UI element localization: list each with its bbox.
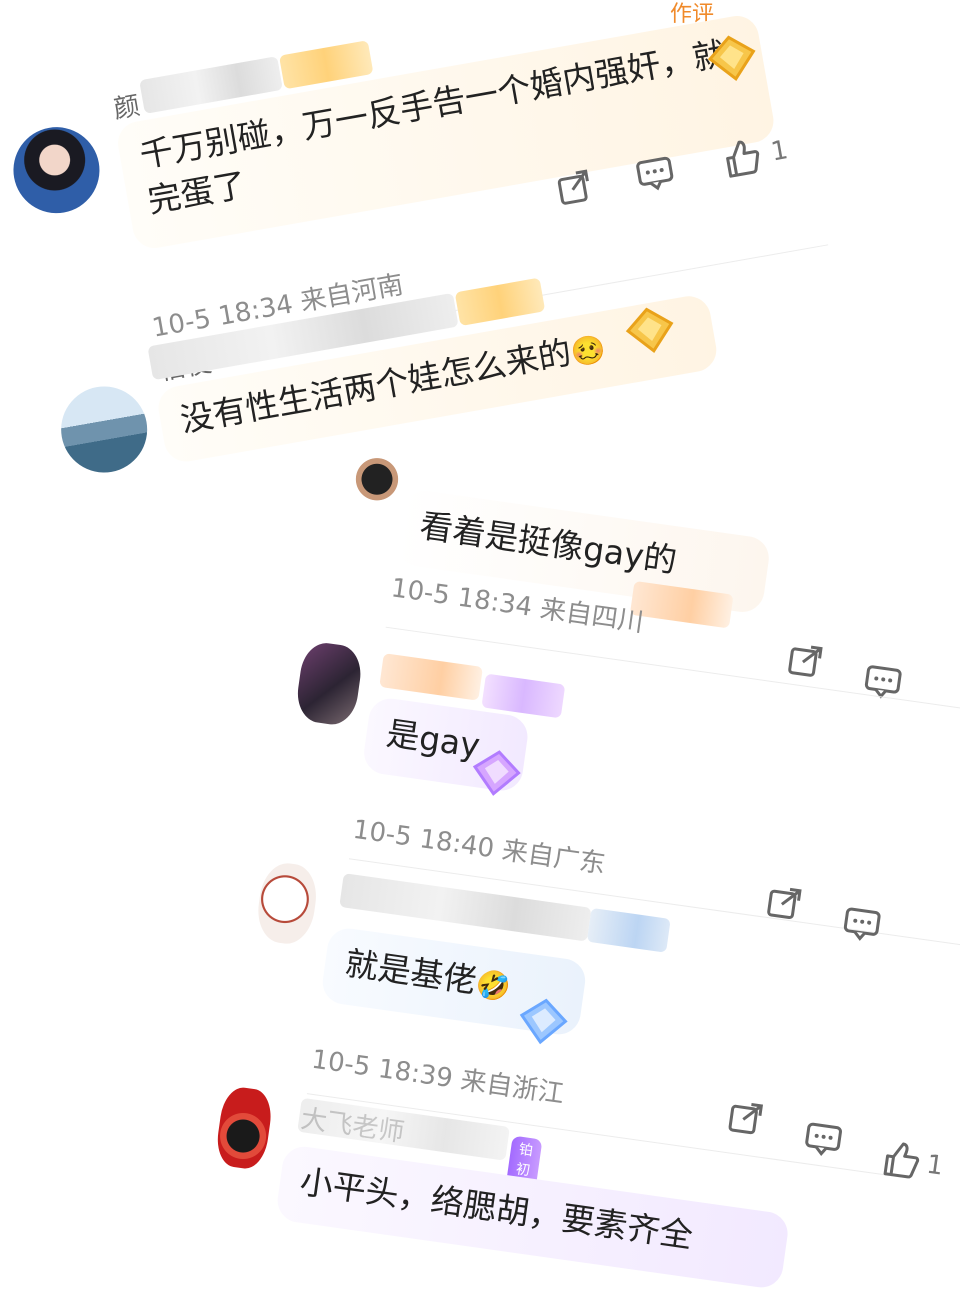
fan-badge-redacted [586, 907, 671, 953]
thumbs-up-icon[interactable] [879, 1137, 924, 1182]
like-count: 1 [768, 135, 791, 168]
avatar[interactable] [342, 450, 406, 514]
like-count: 1 [924, 1149, 946, 1182]
fan-badge-redacted [454, 277, 546, 327]
avatar[interactable] [293, 640, 365, 728]
comment-text: 是gay [384, 713, 483, 766]
username-redacted [339, 873, 592, 942]
comment-text: 小平头，络腮胡，要素齐全 [297, 1161, 696, 1256]
share-icon[interactable] [762, 880, 807, 925]
username-redacted [379, 653, 483, 701]
comment-text: 就是基佬 [342, 943, 479, 1001]
share-icon[interactable] [551, 164, 597, 210]
diamond-badge-icon [625, 307, 674, 354]
diamond-badge-icon [519, 998, 568, 1045]
avatar[interactable] [213, 1085, 275, 1172]
dizzy-face-emoji: 🥴 [568, 330, 609, 370]
thumbs-up-icon[interactable] [719, 135, 765, 181]
avatar[interactable] [54, 379, 154, 480]
username[interactable]: 颜 [110, 85, 142, 126]
avatar[interactable] [253, 860, 321, 948]
timestamp-location: 10-5 18:40 来自广东 [351, 814, 608, 880]
diamond-badge-icon [472, 750, 521, 796]
comment-icon[interactable] [801, 1116, 846, 1161]
comment-text-bubble: 千万别碰，万一反手告一个婚内强奸，就 完蛋了 [114, 12, 777, 252]
rolling-laughing-emoji: 🤣 [473, 966, 513, 1004]
avatar[interactable] [6, 120, 107, 220]
fan-badge-redacted [481, 673, 566, 719]
comment-text: 看着是挺像gay的 [417, 505, 680, 581]
share-icon[interactable] [783, 638, 828, 683]
share-icon[interactable] [723, 1095, 768, 1140]
comment-icon[interactable] [632, 150, 678, 196]
diamond-badge-icon [707, 35, 756, 81]
comment-icon[interactable] [839, 901, 884, 946]
